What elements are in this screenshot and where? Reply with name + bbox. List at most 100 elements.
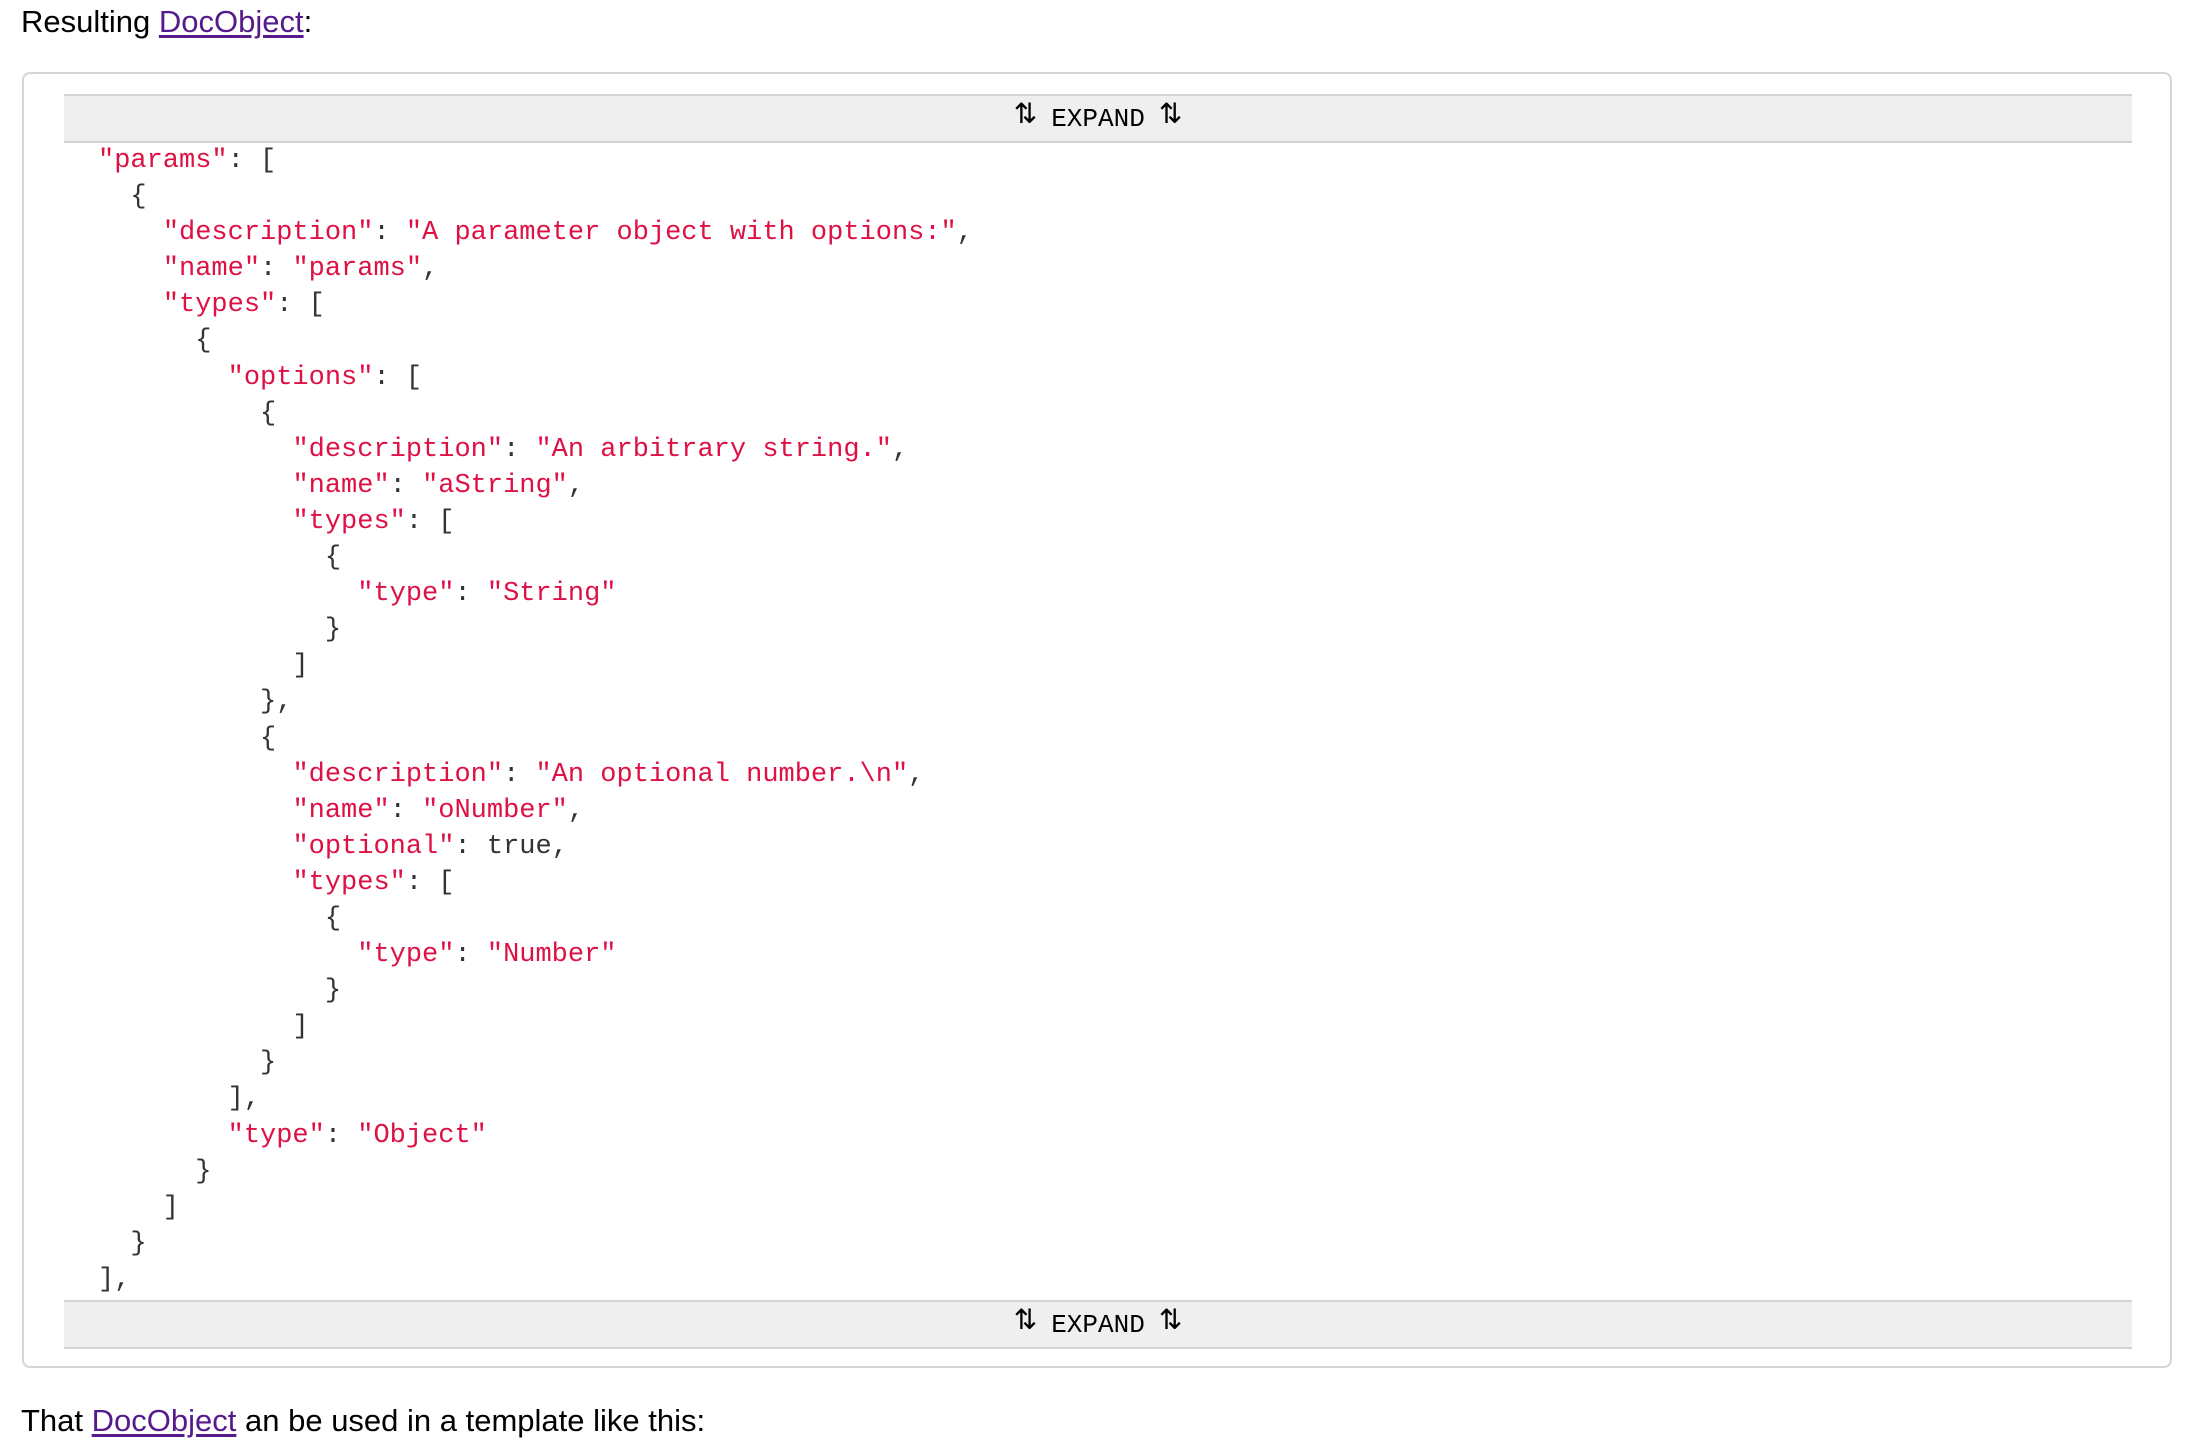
code-punctuation-token: {	[98, 903, 342, 934]
code-punctuation-token: }	[98, 615, 342, 646]
code-punctuation-token	[98, 435, 292, 465]
code-line: "types": [	[98, 868, 454, 898]
code-punctuation-token: ,	[891, 434, 909, 465]
code-punctuation-token	[98, 760, 292, 790]
intro-suffix: :	[303, 4, 313, 39]
code-line: {	[98, 543, 341, 573]
code-string-token: "optional"	[292, 831, 455, 862]
code-line: }	[98, 976, 341, 1006]
outro-suffix: an be used in a template like this:	[236, 1403, 706, 1438]
code-punctuation-token	[98, 940, 357, 970]
code-string-token: "aString"	[422, 470, 568, 501]
code-line: "name": "oNumber",	[98, 796, 584, 826]
code-line: "optional": true,	[98, 831, 568, 862]
code-string-token: "name"	[292, 470, 390, 501]
code-string-token: "oNumber"	[422, 795, 568, 826]
code-punctuation-token: :	[389, 470, 423, 501]
code-line: ]	[98, 651, 308, 681]
code-line: "name": "aString",	[98, 471, 584, 501]
code-line: "type": "String"	[98, 579, 617, 610]
code-punctuation-token	[98, 218, 163, 248]
code-line: },	[98, 687, 292, 717]
code-punctuation-token: : [	[227, 146, 277, 176]
code-string-token: "types"	[292, 867, 406, 898]
code-punctuation-token: ,	[567, 795, 585, 826]
code-punctuation-token: ]	[98, 1012, 309, 1043]
expand-arrows-icon: ⇅	[1013, 100, 1038, 132]
code-punctuation-token: }	[98, 1048, 277, 1079]
code-punctuation-token: }	[98, 976, 342, 1007]
code-line: "description": "An optional number.\n",	[98, 760, 924, 790]
code-line: }	[98, 1228, 147, 1259]
code-string-token: "An arbitrary string."	[535, 434, 892, 465]
code-string-token: "params"	[98, 146, 228, 176]
code-punctuation-token: }	[98, 1156, 212, 1187]
code-line: {	[98, 399, 276, 429]
code-punctuation-token: :	[503, 759, 536, 790]
code-line: {	[98, 326, 211, 356]
code-line: "description": "A parameter object with …	[98, 218, 973, 248]
code-string-token: "An optional number.\n"	[535, 759, 909, 790]
code-punctuation-token: ,	[422, 254, 439, 285]
code-line: "type": "Object"	[98, 1121, 487, 1151]
code-string-token: "params"	[292, 254, 423, 285]
code-string-token: "String"	[486, 579, 617, 610]
code-punctuation-token: ],	[98, 1264, 131, 1295]
code-line: "params": [	[98, 146, 276, 176]
code-line: {	[98, 182, 146, 212]
code-punctuation-token: ],	[98, 1084, 261, 1115]
code-string-token: "name"	[292, 795, 390, 826]
code-string-token: "type"	[357, 940, 455, 971]
docobject-link[interactable]: DocObject	[92, 1403, 237, 1438]
code-string-token: "description"	[162, 218, 374, 249]
code-line: }	[98, 615, 341, 645]
code-string-token: "type"	[357, 579, 455, 610]
code-string-token: "options"	[227, 362, 374, 393]
code-punctuation-token: :	[260, 254, 293, 285]
expand-button-top[interactable]: ⇅ EXPAND ⇅	[64, 94, 2132, 143]
code-punctuation-token	[98, 471, 292, 501]
code-punctuation-token	[98, 1121, 228, 1151]
code-line: ],	[98, 1084, 260, 1114]
code-punctuation-token	[98, 507, 292, 537]
code-punctuation-token	[98, 796, 292, 826]
code-punctuation-token: :	[454, 579, 487, 610]
code-punctuation-token: {	[98, 326, 212, 357]
code-line: "description": "An arbitrary string.",	[98, 435, 908, 465]
code-punctuation-token: : [	[405, 867, 455, 898]
expand-label: EXPAND	[1051, 1309, 1145, 1340]
expand-arrows-icon: ⇅	[1013, 1306, 1038, 1338]
code-punctuation-token: ,	[567, 470, 585, 501]
code-punctuation-token: {	[98, 723, 277, 754]
code-line: "types": [	[98, 290, 325, 320]
json-code-block: "params": [ { "description": "A paramete…	[98, 143, 973, 1298]
code-punctuation-token	[98, 868, 292, 898]
code-punctuation-token: :	[389, 795, 423, 826]
code-punctuation-token: :	[324, 1120, 358, 1151]
code-line: {	[98, 904, 341, 934]
code-line: ]	[98, 1012, 309, 1043]
code-string-token: "types"	[162, 290, 277, 321]
code-string-token: "name"	[162, 254, 261, 285]
code-punctuation-token: {	[98, 543, 342, 574]
code-punctuation-token: :	[454, 940, 487, 971]
expand-label: EXPAND	[1051, 103, 1145, 134]
code-line: }	[98, 1157, 211, 1187]
code-punctuation-token: true	[486, 831, 552, 862]
expand-arrows-icon: ⇅	[1158, 1306, 1183, 1338]
docobject-link[interactable]: DocObject	[159, 4, 304, 39]
code-string-token: "description"	[292, 434, 504, 465]
code-punctuation-token: : [	[405, 506, 455, 537]
code-punctuation-token	[98, 832, 292, 862]
code-string-token: "types"	[292, 506, 406, 537]
code-line: "types": [	[98, 507, 454, 537]
code-punctuation-token	[98, 254, 163, 284]
code-string-token: "description"	[292, 759, 504, 790]
outro-prefix: That	[21, 1403, 92, 1438]
code-punctuation-token: }	[98, 1228, 147, 1259]
expand-button-bottom[interactable]: ⇅ EXPAND ⇅	[64, 1300, 2132, 1349]
code-punctuation-token	[98, 290, 163, 320]
code-punctuation-token: ,	[551, 831, 568, 862]
code-punctuation-token: : [	[373, 362, 423, 393]
intro-paragraph: Resulting DocObject:	[21, 2, 312, 42]
